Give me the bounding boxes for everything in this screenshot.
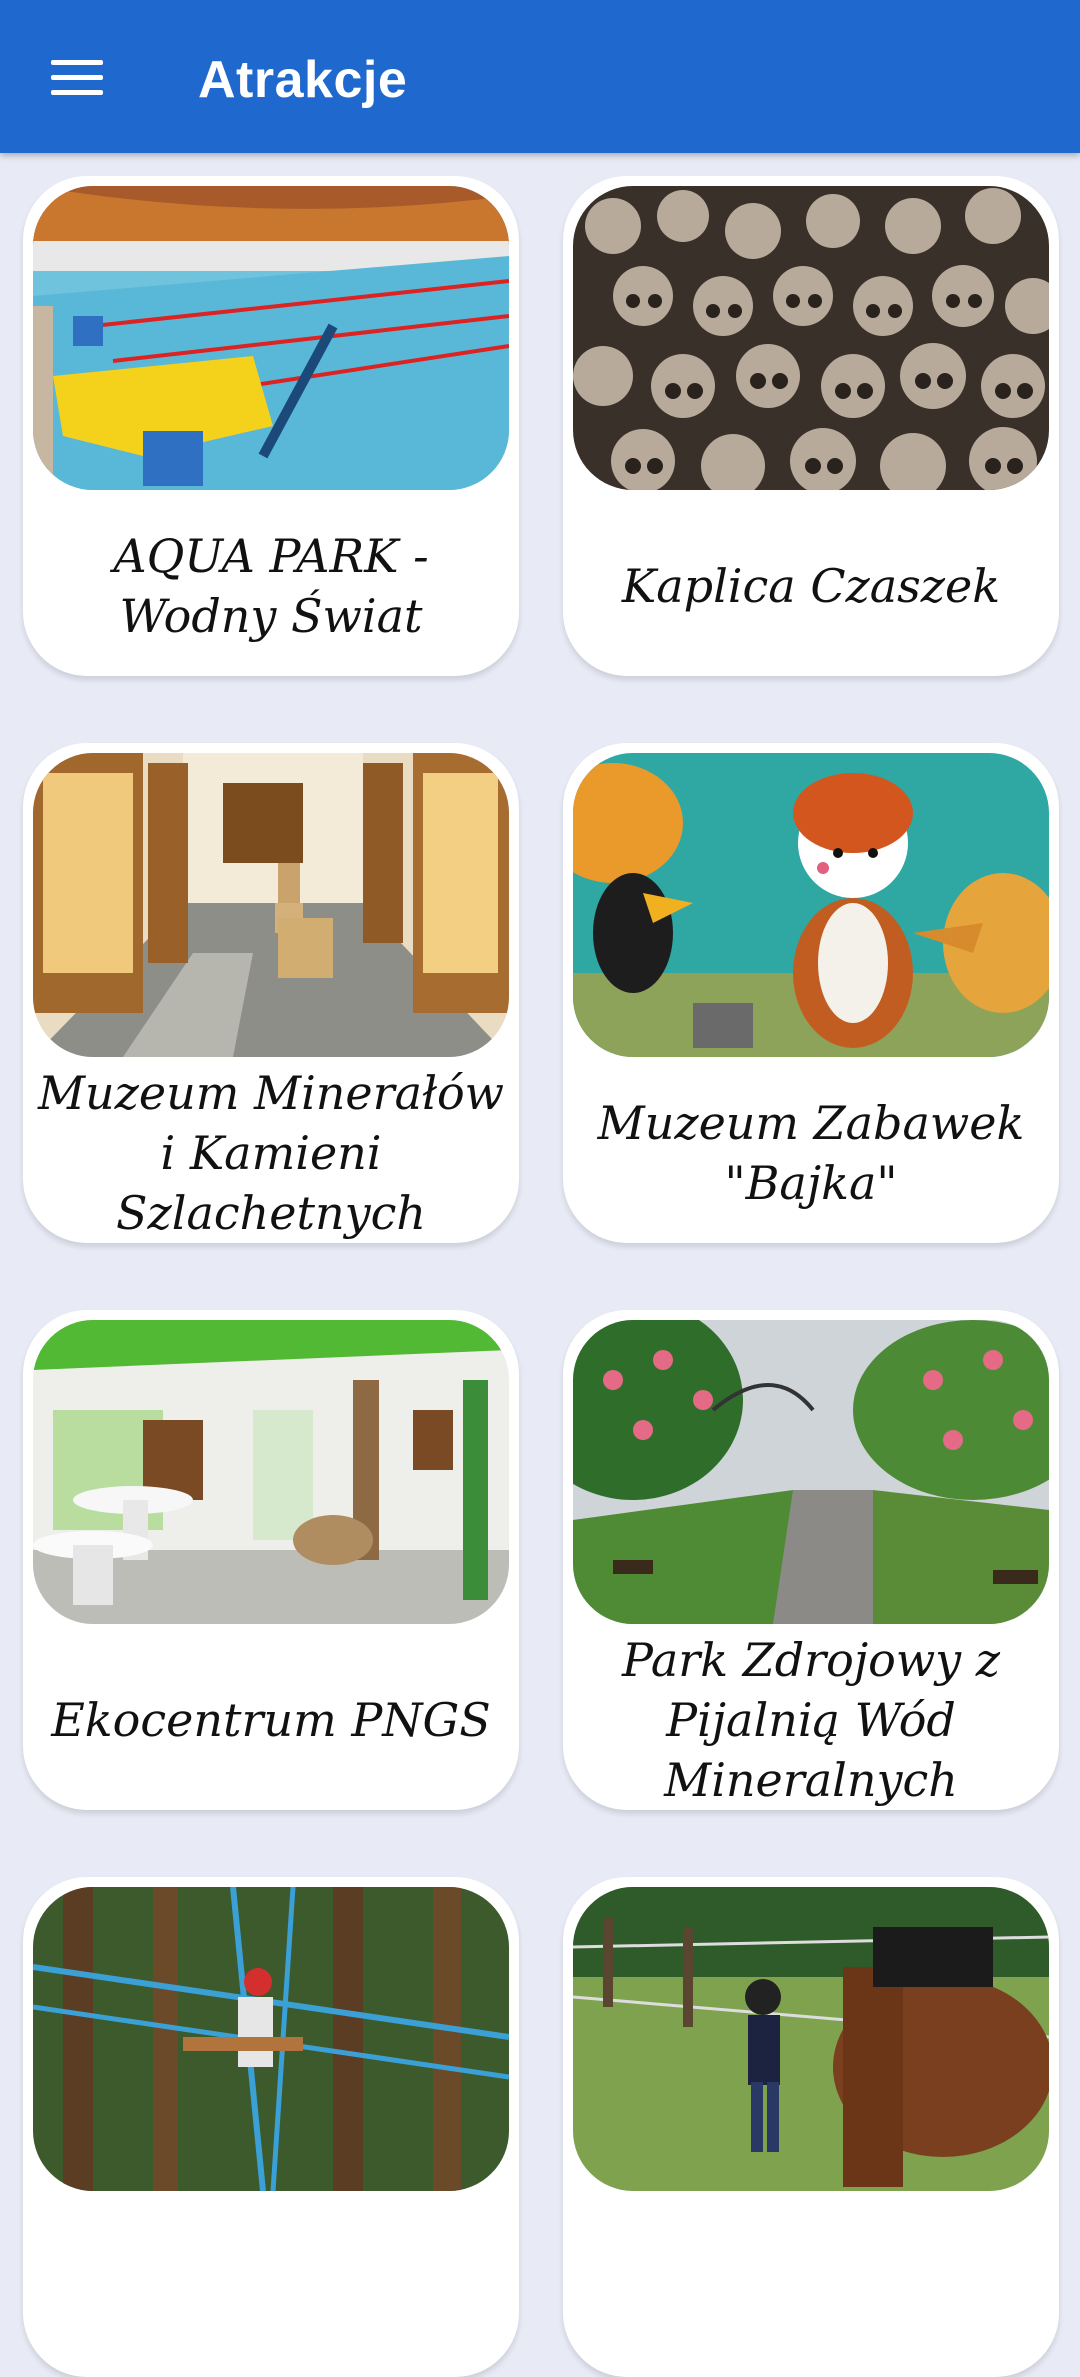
- attraction-photo-aquapark: [33, 186, 509, 490]
- attraction-name: [575, 2207, 1047, 2367]
- attraction-card[interactable]: Ekocentrum PNGS: [23, 1310, 519, 1810]
- attraction-photo-ecocenter: [33, 1320, 509, 1624]
- attraction-photo-horse-riding: [573, 1887, 1049, 2191]
- attraction-name: Kaplica Czaszek: [621, 559, 1001, 613]
- attractions-grid: AQUA PARK - Wodny Świat Kaplica Czaszek …: [0, 153, 1080, 2377]
- attraction-card[interactable]: Park Zdrojowy z Pijalnią Wód Mineralnych: [563, 1310, 1059, 1810]
- attraction-card[interactable]: Muzeum Zabawek "Bajka": [563, 743, 1059, 1243]
- attraction-card[interactable]: Kaplica Czaszek: [563, 176, 1059, 676]
- attraction-photo-toy-museum: [573, 753, 1049, 1057]
- attraction-name: Muzeum Zabawek "Bajka": [597, 1096, 1025, 1210]
- attraction-name: Ekocentrum PNGS: [51, 1693, 491, 1747]
- app-bar: Atrakcje: [0, 0, 1080, 153]
- attraction-photo-rope-park: [33, 1887, 509, 2191]
- attraction-card[interactable]: Muzeum Minerałów i Kamieni Szlachetnych: [23, 743, 519, 1243]
- attraction-name: Muzeum Minerałów i Kamieni Szlachetnych: [37, 1066, 505, 1240]
- attraction-card[interactable]: AQUA PARK - Wodny Świat: [23, 176, 519, 676]
- attraction-card[interactable]: [23, 1877, 519, 2377]
- attraction-photo-mineral-museum: [33, 753, 509, 1057]
- attraction-card[interactable]: [563, 1877, 1059, 2377]
- attraction-name: [35, 2207, 507, 2367]
- attraction-photo-skull-chapel: [573, 186, 1049, 490]
- attraction-name: Park Zdrojowy z Pijalnią Wód Mineralnych: [621, 1633, 1001, 1807]
- page-title: Atrakcje: [198, 51, 408, 109]
- hamburger-menu-icon[interactable]: [38, 46, 118, 110]
- attraction-name: AQUA PARK - Wodny Świat: [113, 529, 429, 643]
- attraction-photo-spa-park: [573, 1320, 1049, 1624]
